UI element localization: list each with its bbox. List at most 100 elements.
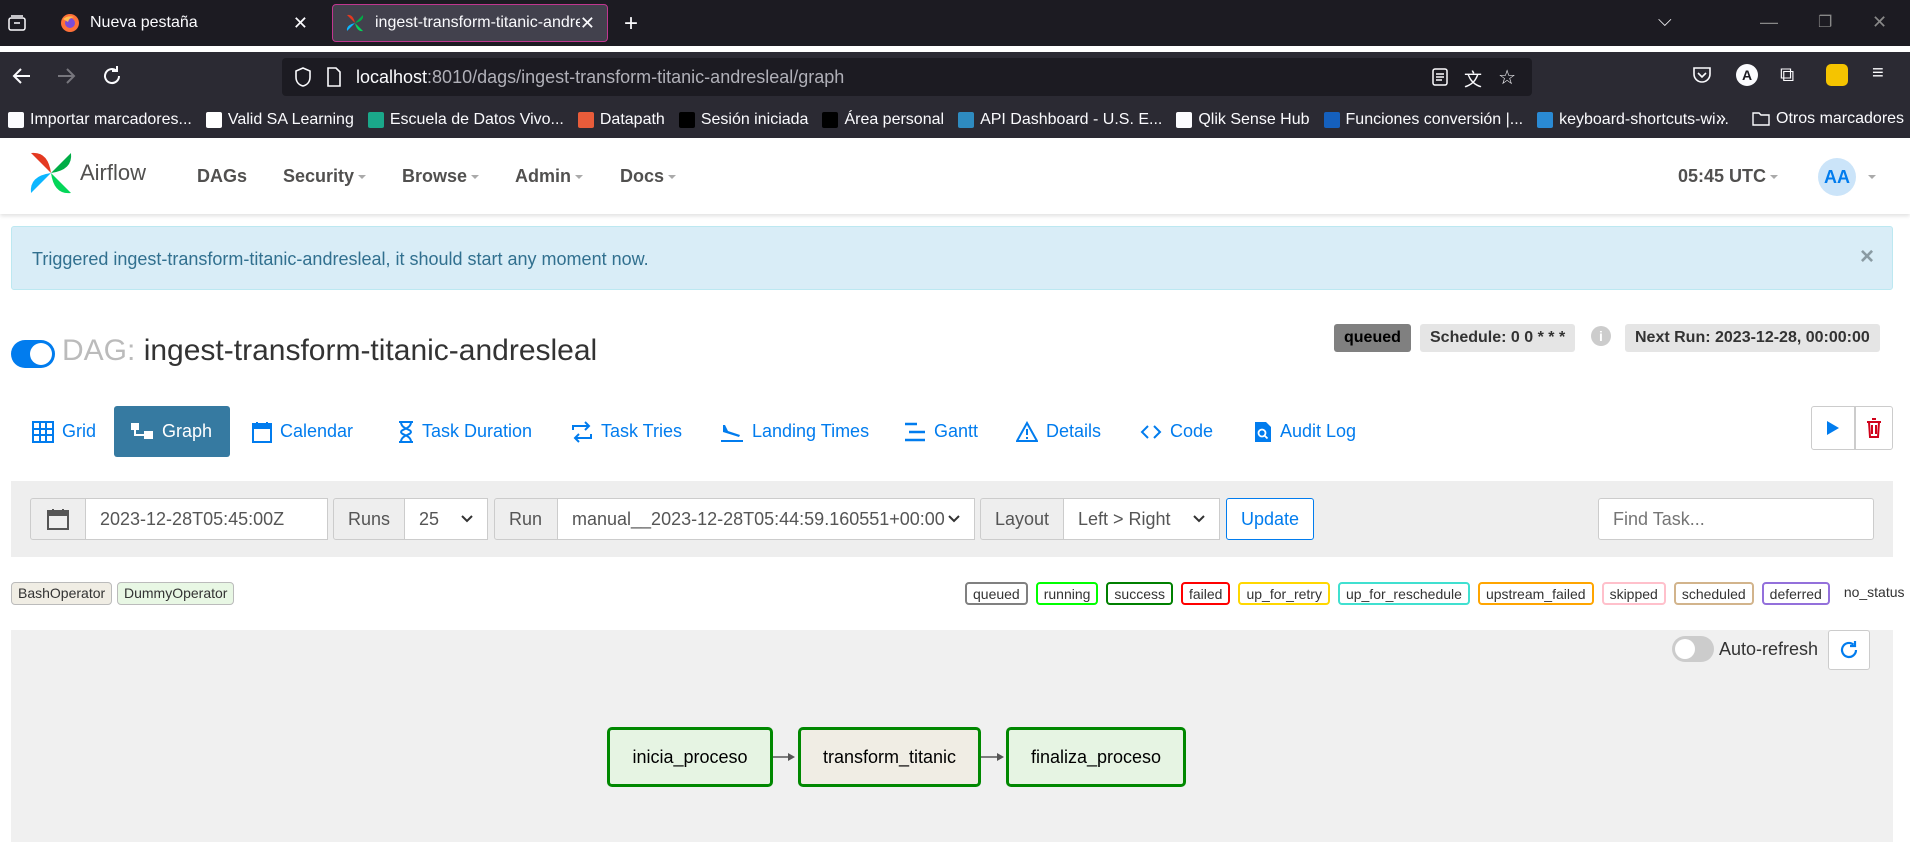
tab-details[interactable]: Details [1000,406,1117,457]
bookmark-item[interactable]: Valid SA Learning [205,111,354,129]
state-legend-item: up_for_retry [1238,582,1330,605]
browser-tab-airflow[interactable]: ingest-transform-titanic-andresleal ✕ [332,4,608,42]
tab-grid[interactable]: Grid [16,406,112,457]
bookmark-favicon-icon [577,112,594,128]
new-tab-button[interactable]: + [624,10,638,38]
bookmark-item[interactable]: API Dashboard - U.S. E... [958,111,1162,129]
airflow-pinwheel-icon [345,13,365,33]
other-bookmarks[interactable]: Otros marcadores [1752,110,1904,128]
user-avatar[interactable]: AA [1818,158,1856,196]
avatar-caret-icon[interactable] [1868,175,1876,179]
airflow-brand[interactable]: Airflow [28,150,146,196]
task-node-transform-titanic[interactable]: transform_titanic [798,727,981,787]
tab-gantt[interactable]: Gantt [888,406,994,457]
hourglass-icon [398,420,422,443]
layout-value: Left > Right [1078,508,1171,529]
menu-icon[interactable]: ≡ [1872,62,1884,85]
bookmark-item[interactable]: Qlik Sense Hub [1176,111,1310,129]
bookmark-item[interactable]: Funciones conversión |... [1323,111,1523,129]
reload-icon[interactable] [100,64,124,88]
back-arrow-icon[interactable] [10,64,34,88]
browser-tab-new[interactable]: Nueva pestaña ✕ [48,4,320,42]
bookmarks-bar: Importar marcadores... Valid SA Learning E… [0,102,1910,138]
delete-dag-button[interactable] [1855,406,1893,450]
bookmark-favicon-icon [958,112,975,128]
url-path: :8010/dags/ingest-transform-titanic-andr… [427,66,845,87]
tab-audit-log[interactable]: Audit Log [1238,406,1372,457]
bookmark-item[interactable]: keyboard-shortcuts-wi... [1537,111,1729,129]
tab-task-tries[interactable]: Task Tries [555,406,698,457]
extensions-icon[interactable]: ⧉ [1780,64,1794,87]
run-label: Run [494,498,558,540]
state-legend-item: deferred [1761,582,1830,605]
chevron-down-icon[interactable]: ⌵ [1658,10,1672,31]
bookmark-item[interactable]: Escuela de Datos Vivo... [367,111,564,129]
tab-landing-times[interactable]: Landing Times [704,406,885,457]
status-badge: queued [1334,324,1411,352]
bookmark-item[interactable]: Importar marcadores... [8,111,192,129]
state-legend: queued running success failed up_for_retry up… [965,582,1910,605]
bookmark-favicon-icon [1176,112,1193,128]
calendar-icon [47,508,69,530]
nav-browse-label: Browse [402,166,468,186]
close-window-icon[interactable]: ✕ [1872,12,1887,33]
state-legend-item: queued [965,582,1028,605]
time-display[interactable]: 05:45 UTC [1678,166,1779,187]
tab-landing-times-label: Landing Times [752,421,870,441]
bookmark-label: Qlik Sense Hub [1198,111,1310,128]
forward-arrow-icon[interactable] [54,64,78,88]
dag-pause-toggle[interactable] [11,340,55,368]
runs-select[interactable]: 25 [404,498,488,540]
schedule-label: Schedule: 0 0 * * * [1420,324,1576,352]
tab-code[interactable]: Code [1124,406,1229,457]
close-icon[interactable]: × [1860,243,1874,271]
execution-date-input[interactable]: 2023-12-28T05:45:00Z [85,498,328,540]
calendar-picker-button[interactable] [30,498,86,540]
nav-browse[interactable]: Browse [402,166,480,187]
tab-task-duration[interactable]: Task Duration [382,406,548,457]
nav-admin[interactable]: Admin [515,166,583,187]
nav-docs[interactable]: Docs [620,166,677,187]
bookmark-favicon-icon [8,112,24,128]
tab-task-tries-label: Task Tries [601,421,683,441]
dag-title: DAG: ingest-transform-titanic-andresleal [62,334,597,368]
extension-badge-icon[interactable] [1826,64,1848,86]
tab-calendar[interactable]: Calendar [236,406,369,457]
nav-security[interactable]: Security [283,166,367,187]
shield-icon[interactable] [294,67,312,87]
info-icon[interactable]: i [1591,326,1611,346]
tab-graph[interactable]: Graph [114,406,230,457]
page-icon[interactable] [326,67,342,87]
bookmark-item[interactable]: Sesión iniciada [678,111,808,129]
trash-icon [1866,418,1882,438]
update-button[interactable]: Update [1226,498,1314,540]
bookmark-item[interactable]: Datapath [577,111,665,129]
time-label: 05:45 UTC [1678,166,1767,186]
tab-list-icon[interactable] [8,15,26,31]
tab-grid-label: Grid [62,421,97,441]
star-icon[interactable]: ☆ [1498,65,1516,90]
trigger-dag-button[interactable] [1811,406,1855,450]
warning-triangle-icon [1016,420,1046,443]
nav-dags[interactable]: DAGs [197,166,247,187]
runs-label: Runs [333,498,405,540]
minimize-icon[interactable]: — [1760,12,1778,33]
task-node-finaliza-proceso[interactable]: finaliza_proceso [1006,727,1186,787]
reader-view-icon[interactable] [1432,68,1448,86]
task-node-inicia-proceso[interactable]: inicia_proceso [607,727,773,787]
layout-select[interactable]: Left > Right [1063,498,1220,540]
translate-icon[interactable]: 文 [1464,66,1482,92]
pocket-icon[interactable] [1692,65,1712,85]
bookmark-item[interactable]: Área personal [822,111,944,129]
chevrons-right-icon[interactable]: » [1716,108,1726,129]
url-field[interactable]: localhost:8010/dags/ingest-transform-tit… [282,58,1532,96]
find-task-input[interactable] [1598,498,1874,540]
account-avatar[interactable]: A [1736,64,1758,86]
restore-icon[interactable]: ❐ [1818,12,1832,32]
run-select[interactable]: manual__2023-12-28T05:44:59.160551+00:00 [557,498,975,540]
bookmark-label: Escuela de Datos Vivo... [389,111,564,128]
other-bookmarks-label: Otros marcadores [1776,110,1905,127]
close-tab-icon[interactable]: ✕ [580,13,595,34]
close-tab-icon[interactable]: ✕ [293,13,308,34]
tab-details-label: Details [1046,421,1102,441]
